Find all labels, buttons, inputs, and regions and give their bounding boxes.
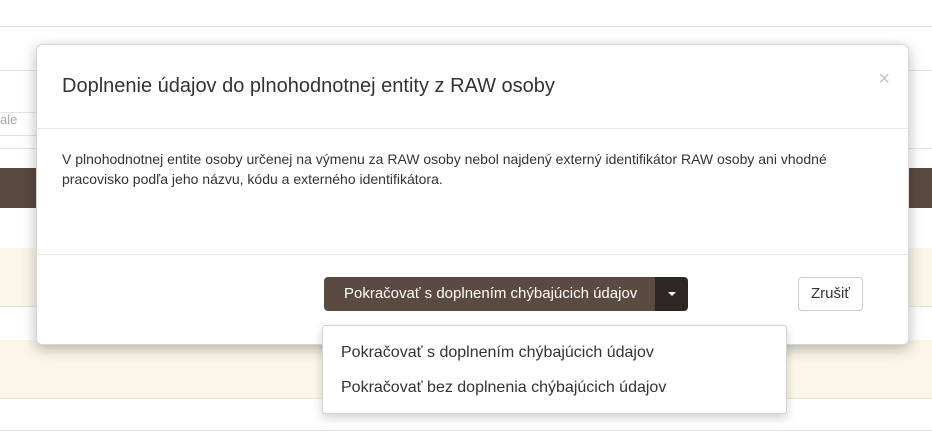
close-icon[interactable]: ×	[878, 69, 890, 89]
dropdown-item-continue-without-completion[interactable]: Pokračovať bez doplnenia chýbajúcich úda…	[341, 379, 666, 397]
continue-with-completion-button[interactable]: Pokračovať s doplnením chýbajúcich údajo…	[324, 277, 656, 311]
continue-split-button: Pokračovať s doplnením chýbajúcich údajo…	[324, 277, 689, 311]
continue-options-dropdown: Pokračovať s doplnením chýbajúcich údajo…	[322, 325, 787, 414]
modal-header: Doplnenie údajov do plnohodnotnej entity…	[37, 45, 908, 129]
background-input-hint: ale	[0, 112, 18, 127]
background-divider	[0, 26, 932, 27]
cancel-button[interactable]: Zrušiť	[798, 277, 863, 311]
background-divider	[0, 430, 932, 431]
modal-body-text: V plnohodnotnej entite osoby určenej na …	[62, 151, 827, 187]
modal-dialog: Doplnenie údajov do plnohodnotnej entity…	[36, 44, 909, 345]
modal-footer-divider	[37, 254, 908, 255]
dropdown-toggle-button[interactable]	[655, 277, 689, 311]
page: ale Doplnenie údajov do plnohodnotnej en…	[0, 0, 932, 437]
modal-title: Doplnenie údajov do plnohodnotnej entity…	[62, 75, 555, 97]
dropdown-item-continue-with-completion[interactable]: Pokračovať s doplnením chýbajúcich údajo…	[341, 344, 654, 362]
chevron-down-icon	[668, 292, 677, 296]
